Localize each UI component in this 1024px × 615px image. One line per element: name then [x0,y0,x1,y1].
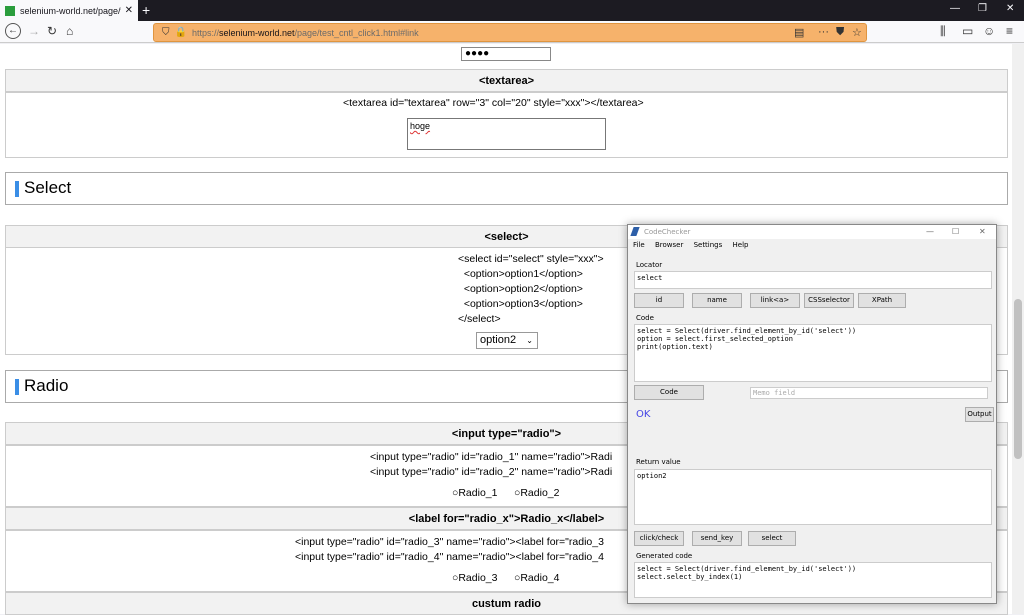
url-path: /page/test_cntl_click1.html#link [294,27,419,38]
radio-code-line: <input type="radio" id="radio_2" name="r… [370,466,613,478]
textarea-header: <textarea> [5,69,1008,92]
codechecker-menu: File Browser Settings Help [628,241,996,253]
return-value-label: Return value [636,458,681,466]
browser-tab[interactable]: selenium-world.net/page/test... ✕ [0,0,138,21]
shield-icon[interactable]: ⛉ [162,27,170,38]
select-value: option2 [480,334,517,346]
reader-icon[interactable]: ▤ [794,26,804,39]
tab-bar: selenium-world.net/page/test... ✕ + — ❐ … [0,0,1024,21]
code-button[interactable]: Code [634,385,704,400]
new-tab-button[interactable]: + [142,2,150,18]
url-bar[interactable]: ⛉ 🔒 https:// selenium-world.net /page/te… [153,23,867,42]
status-text: OK [636,409,651,420]
account-icon[interactable]: ☺ [983,24,995,38]
menu-file[interactable]: File [633,241,645,249]
textarea-value: hoge [410,121,431,131]
minimize-icon[interactable]: — [926,225,934,239]
select-code-line: <select id="select" style="xxx"> [458,253,604,265]
more-icon[interactable]: ··· [818,26,829,38]
send-key-button[interactable]: send_key [692,531,742,546]
menu-browser[interactable]: Browser [655,241,683,249]
name-button[interactable]: name [692,293,742,308]
code-label: Code [636,314,654,322]
sidebar-icon[interactable]: ▭ [962,24,973,38]
code-textarea[interactable]: select = Select(driver.find_element_by_i… [634,324,992,382]
select-dropdown[interactable]: option2 ⌄ [476,332,538,349]
select-section-title: Select [24,178,72,197]
select-code-line: <option>option3</option> [458,298,583,310]
generated-code-label: Generated code [636,552,693,560]
radio-label: Radio_3 [458,572,498,584]
locator-label: Locator [636,261,663,269]
textarea-input[interactable]: hoge [407,118,606,150]
maximize-icon[interactable]: ☐ [952,225,959,239]
link-button[interactable]: link<a> [750,293,800,308]
id-button[interactable]: id [634,293,684,308]
radio-label: Radio_2 [520,487,560,499]
label-code-line: <input type="radio" id="radio_4" name="r… [295,551,604,563]
radio-code-line: <input type="radio" id="radio_1" name="r… [370,451,613,463]
menu-help[interactable]: Help [733,241,749,249]
url-prefix: https:// [191,27,219,38]
page-scrollbar[interactable] [1012,44,1024,614]
close-icon[interactable]: ✕ [979,225,986,239]
radio-option-4[interactable]: ○Radio_4 [514,572,559,584]
library-icon[interactable]: ⫼ [940,24,946,39]
tab-title: selenium-world.net/page/test... [20,5,121,16]
radio-option-3[interactable]: ○Radio_3 [452,572,497,584]
radio-section-title: Radio [24,376,69,395]
select-section: Select [5,172,1008,205]
codechecker-window: CodeChecker — ☐ ✕ File Browser Settings … [627,224,997,604]
window-close-icon[interactable]: ✕ [1006,3,1014,14]
textarea-code: <textarea id="textarea" row="3" col="20"… [343,97,644,109]
section-bar [15,379,19,395]
feather-icon [630,227,640,236]
radio-option-1[interactable]: ○Radio_1 [452,487,497,499]
lock-icon[interactable]: 🔒 [175,27,187,38]
restore-icon[interactable]: ❐ [978,3,987,14]
memo-field[interactable]: Memo field [750,387,988,399]
return-value-box[interactable]: option2 [634,469,992,525]
select-code-line: <option>option2</option> [458,283,583,295]
radio-label: Radio_4 [520,572,560,584]
back-icon[interactable]: ← [5,23,21,39]
pocket-icon[interactable]: ⛊ [836,26,844,39]
output-button[interactable]: Output [965,407,994,422]
label-code-line: <input type="radio" id="radio_3" name="r… [295,536,604,548]
forward-icon[interactable]: → [28,24,40,38]
codechecker-title: CodeChecker [644,228,691,236]
xpath-button[interactable]: XPath [858,293,906,308]
click-check-button[interactable]: click/check [634,531,684,546]
tab-close-icon[interactable]: ✕ [125,5,133,16]
minimize-icon[interactable]: — [950,3,960,14]
section-bar [15,181,19,197]
password-input[interactable]: ●●●● [461,47,551,61]
radio-option-2[interactable]: ○Radio_2 [514,487,559,499]
url-domain: selenium-world.net [218,27,295,38]
generated-code-box[interactable]: select = Select(driver.find_element_by_i… [634,562,992,598]
favicon-icon [5,5,15,16]
menu-settings[interactable]: Settings [694,241,723,249]
locator-input[interactable]: select [634,271,992,289]
scrollbar-thumb[interactable] [1014,299,1022,459]
star-icon[interactable]: ☆ [852,26,862,39]
chevron-down-icon: ⌄ [526,336,533,345]
cssselector-button[interactable]: CSSselector [804,293,854,308]
codechecker-titlebar: CodeChecker — ☐ ✕ [628,225,996,239]
select-code-line: </select> [458,313,501,325]
home-icon[interactable]: ⌂ [66,24,73,38]
radio-label: Radio_1 [458,487,498,499]
menu-icon[interactable]: ≡ [1006,24,1013,38]
select-code-line: <option>option1</option> [458,268,583,280]
select-button[interactable]: select [748,531,796,546]
reload-icon[interactable]: ↻ [47,24,57,38]
